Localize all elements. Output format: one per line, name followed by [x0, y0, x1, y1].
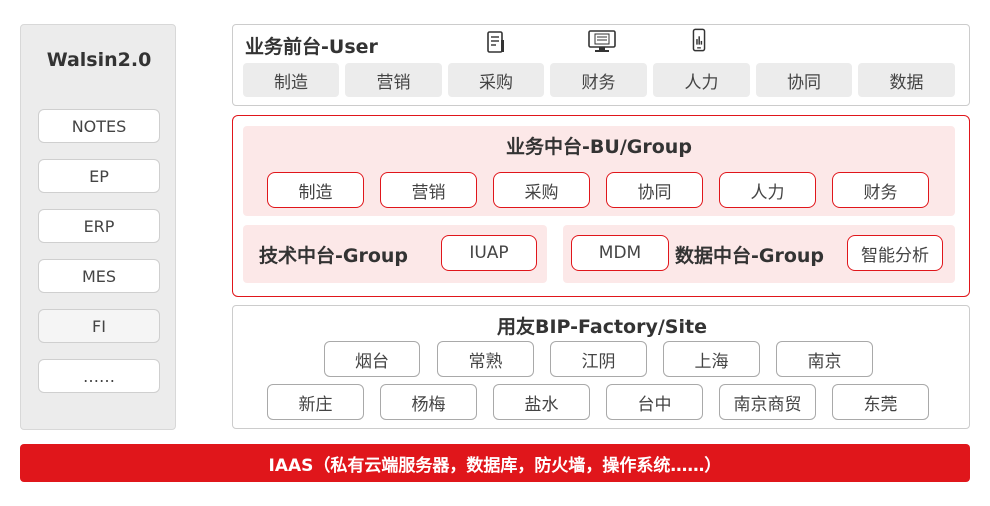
data-item-mdm: MDM: [571, 235, 669, 271]
bu-item-collaboration: 协同: [606, 172, 703, 208]
site-yanshui: 盐水: [493, 384, 590, 420]
bu-item-manufacturing: 制造: [267, 172, 364, 208]
monitor-icon: [588, 30, 616, 52]
user-item-collaboration: 协同: [756, 63, 852, 97]
user-layer-title: 业务前台-User: [245, 36, 378, 58]
sidebar-item-erp: ERP: [38, 209, 160, 243]
site-nanjing-trading: 南京商贸: [719, 384, 816, 420]
bu-layer: 业务中台-BU/Group 制造 营销 采购 协同 人力 财务 技术中台-Gro…: [232, 115, 970, 297]
tech-item-iuap: IUAP: [441, 235, 537, 271]
user-item-marketing: 营销: [345, 63, 442, 97]
bu-item-purchasing: 采购: [493, 172, 590, 208]
user-layer: 业务前台-User 制造 营销 采购 财务 人力 协同 数据: [232, 24, 970, 106]
site-taichung: 台中: [606, 384, 703, 420]
user-item-purchasing: 采购: [448, 63, 544, 97]
data-item-analytics: 智能分析: [847, 235, 943, 271]
tech-group-box: 技术中台-Group IUAP: [243, 225, 547, 283]
bu-item-finance: 财务: [832, 172, 929, 208]
sidebar-item-more: ……: [38, 359, 160, 393]
sidebar-item-ep: EP: [38, 159, 160, 193]
site-shanghai: 上海: [663, 341, 760, 377]
sidebar-item-fi: FI: [38, 309, 160, 343]
site-jiangyin: 江阴: [550, 341, 647, 377]
iaas-bar: IAAS（私有云端服务器，数据库，防火墙，操作系统……）: [20, 444, 970, 482]
sidebar-panel: Walsin2.0 NOTES EP ERP MES FI ……: [20, 24, 176, 430]
site-xinzhuang: 新庄: [267, 384, 364, 420]
user-item-hr: 人力: [653, 63, 750, 97]
user-item-finance: 财务: [550, 63, 647, 97]
sidebar-title: Walsin2.0: [46, 49, 152, 71]
iaas-label: IAAS（私有云端服务器，数据库，防火墙，操作系统……）: [268, 455, 722, 476]
site-dongguan: 东莞: [832, 384, 929, 420]
data-group-box: MDM 数据中台-Group 智能分析: [563, 225, 955, 283]
user-item-data: 数据: [858, 63, 955, 97]
sidebar-item-mes: MES: [38, 259, 160, 293]
sidebar-item-notes: NOTES: [38, 109, 160, 143]
user-item-manufacturing: 制造: [243, 63, 339, 97]
phone-icon: [692, 28, 706, 52]
document-icon: [487, 31, 504, 53]
data-group-title: 数据中台-Group: [675, 245, 825, 267]
site-yantai: 烟台: [324, 341, 420, 377]
site-nanjing: 南京: [776, 341, 873, 377]
bu-layer-title: 业务中台-BU/Group: [506, 136, 692, 158]
factory-layer: 用友BIP-Factory/Site 烟台 常熟 江阴 上海 南京 新庄 杨梅 …: [232, 305, 970, 429]
bu-item-hr: 人力: [719, 172, 816, 208]
site-changshu: 常熟: [437, 341, 534, 377]
tech-group-title: 技术中台-Group: [259, 245, 409, 267]
bu-item-marketing: 营销: [380, 172, 477, 208]
site-yangmei: 杨梅: [380, 384, 477, 420]
factory-layer-title: 用友BIP-Factory/Site: [497, 316, 707, 338]
bu-group-box: 业务中台-BU/Group 制造 营销 采购 协同 人力 财务: [243, 126, 955, 216]
